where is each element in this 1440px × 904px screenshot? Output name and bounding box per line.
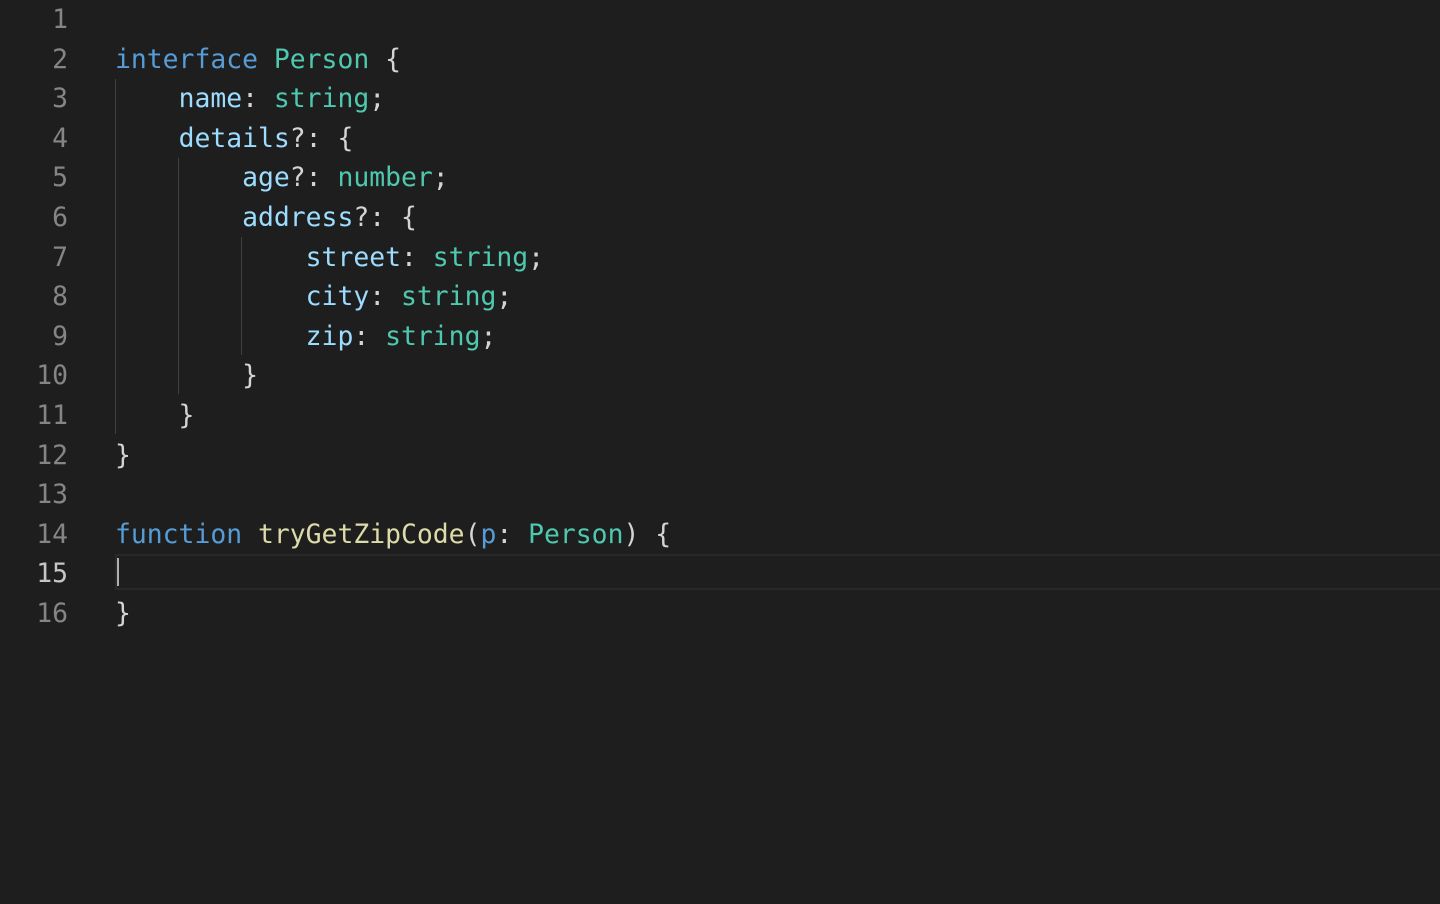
code-line[interactable]: interface Person { bbox=[115, 40, 1440, 80]
code-token: : bbox=[369, 281, 402, 313]
line-number: 13 bbox=[36, 479, 68, 511]
code-token: ?: { bbox=[289, 122, 354, 154]
code-token: ; bbox=[432, 162, 449, 194]
code-token: } bbox=[115, 400, 195, 431]
code-token: string bbox=[273, 83, 370, 115]
code-token: ; bbox=[369, 83, 386, 115]
code-line[interactable]: street: string; bbox=[115, 238, 1440, 278]
code-token: tryGetZipCode bbox=[258, 518, 465, 550]
line-number: 10 bbox=[36, 360, 68, 392]
code-token: city bbox=[305, 281, 370, 313]
line-number-gutter: 1 2 3 4 5 6 7 8 9 10 11 12 13 14 15 16 bbox=[0, 0, 100, 904]
code-token: age bbox=[242, 162, 290, 194]
code-line[interactable] bbox=[115, 0, 1440, 40]
code-token: } bbox=[115, 360, 258, 392]
line-number: 14 bbox=[36, 518, 68, 550]
code-token: street bbox=[305, 241, 402, 273]
code-token: interface bbox=[115, 43, 258, 75]
code-token: ; bbox=[480, 320, 497, 352]
line-number: 11 bbox=[36, 400, 68, 431]
line-number: 9 bbox=[52, 320, 68, 352]
code-line[interactable]: zip: string; bbox=[115, 317, 1440, 357]
code-token: ?: bbox=[289, 162, 338, 194]
code-line[interactable]: address?: { bbox=[115, 198, 1440, 238]
code-token: number bbox=[337, 162, 433, 194]
line-number: 6 bbox=[52, 202, 68, 233]
code-token: : bbox=[401, 241, 433, 273]
code-line[interactable]: } bbox=[115, 396, 1440, 436]
code-token: } bbox=[115, 439, 131, 471]
line-number: 3 bbox=[52, 83, 68, 115]
code-token: p bbox=[480, 518, 497, 550]
line-number: 12 bbox=[36, 439, 68, 471]
code-token: ; bbox=[496, 281, 513, 313]
code-token: zip bbox=[305, 320, 354, 352]
line-number: 16 bbox=[36, 598, 68, 629]
code-area[interactable]: interface Person { name: string; details… bbox=[115, 0, 1440, 904]
code-token: : bbox=[496, 518, 529, 550]
code-token: Person bbox=[273, 43, 370, 75]
line-number: 15 bbox=[36, 558, 68, 590]
line-number: 1 bbox=[52, 4, 68, 35]
code-line[interactable]: } bbox=[115, 436, 1440, 476]
line-number: 7 bbox=[52, 241, 68, 273]
line-number: 8 bbox=[52, 281, 68, 313]
code-token: string bbox=[432, 241, 529, 273]
line-number: 5 bbox=[52, 162, 68, 194]
code-token: address bbox=[242, 202, 354, 233]
code-token: : bbox=[353, 320, 386, 352]
code-line[interactable]: } bbox=[115, 594, 1440, 634]
code-token: } bbox=[115, 598, 131, 629]
code-token: string bbox=[401, 281, 497, 313]
code-token: name bbox=[178, 83, 243, 115]
code-token: function bbox=[115, 518, 243, 550]
line-number: 4 bbox=[52, 122, 68, 154]
code-line[interactable] bbox=[115, 554, 1440, 594]
code-line[interactable]: details?: { bbox=[115, 119, 1440, 159]
code-line[interactable]: function tryGetZipCode(p: Person) { bbox=[115, 515, 1440, 555]
code-token: Person bbox=[528, 518, 624, 550]
code-token: : bbox=[242, 83, 274, 115]
code-line[interactable] bbox=[115, 475, 1440, 515]
code-token: string bbox=[385, 320, 481, 352]
code-token: ( bbox=[464, 518, 481, 550]
code-line[interactable]: city: string; bbox=[115, 277, 1440, 317]
code-line[interactable]: age?: number; bbox=[115, 158, 1440, 198]
code-token: ) { bbox=[623, 518, 672, 550]
code-token: { bbox=[369, 43, 402, 75]
line-number: 2 bbox=[52, 43, 68, 75]
code-token: ?: { bbox=[353, 202, 417, 233]
code-token: details bbox=[178, 122, 290, 154]
code-line[interactable]: } bbox=[115, 356, 1440, 396]
text-cursor bbox=[117, 558, 119, 586]
code-editor[interactable]: 1 2 3 4 5 6 7 8 9 10 11 12 13 14 15 16 interface Person… bbox=[0, 0, 1440, 904]
code-line[interactable]: name: string; bbox=[115, 79, 1440, 119]
code-token: ; bbox=[528, 241, 545, 273]
